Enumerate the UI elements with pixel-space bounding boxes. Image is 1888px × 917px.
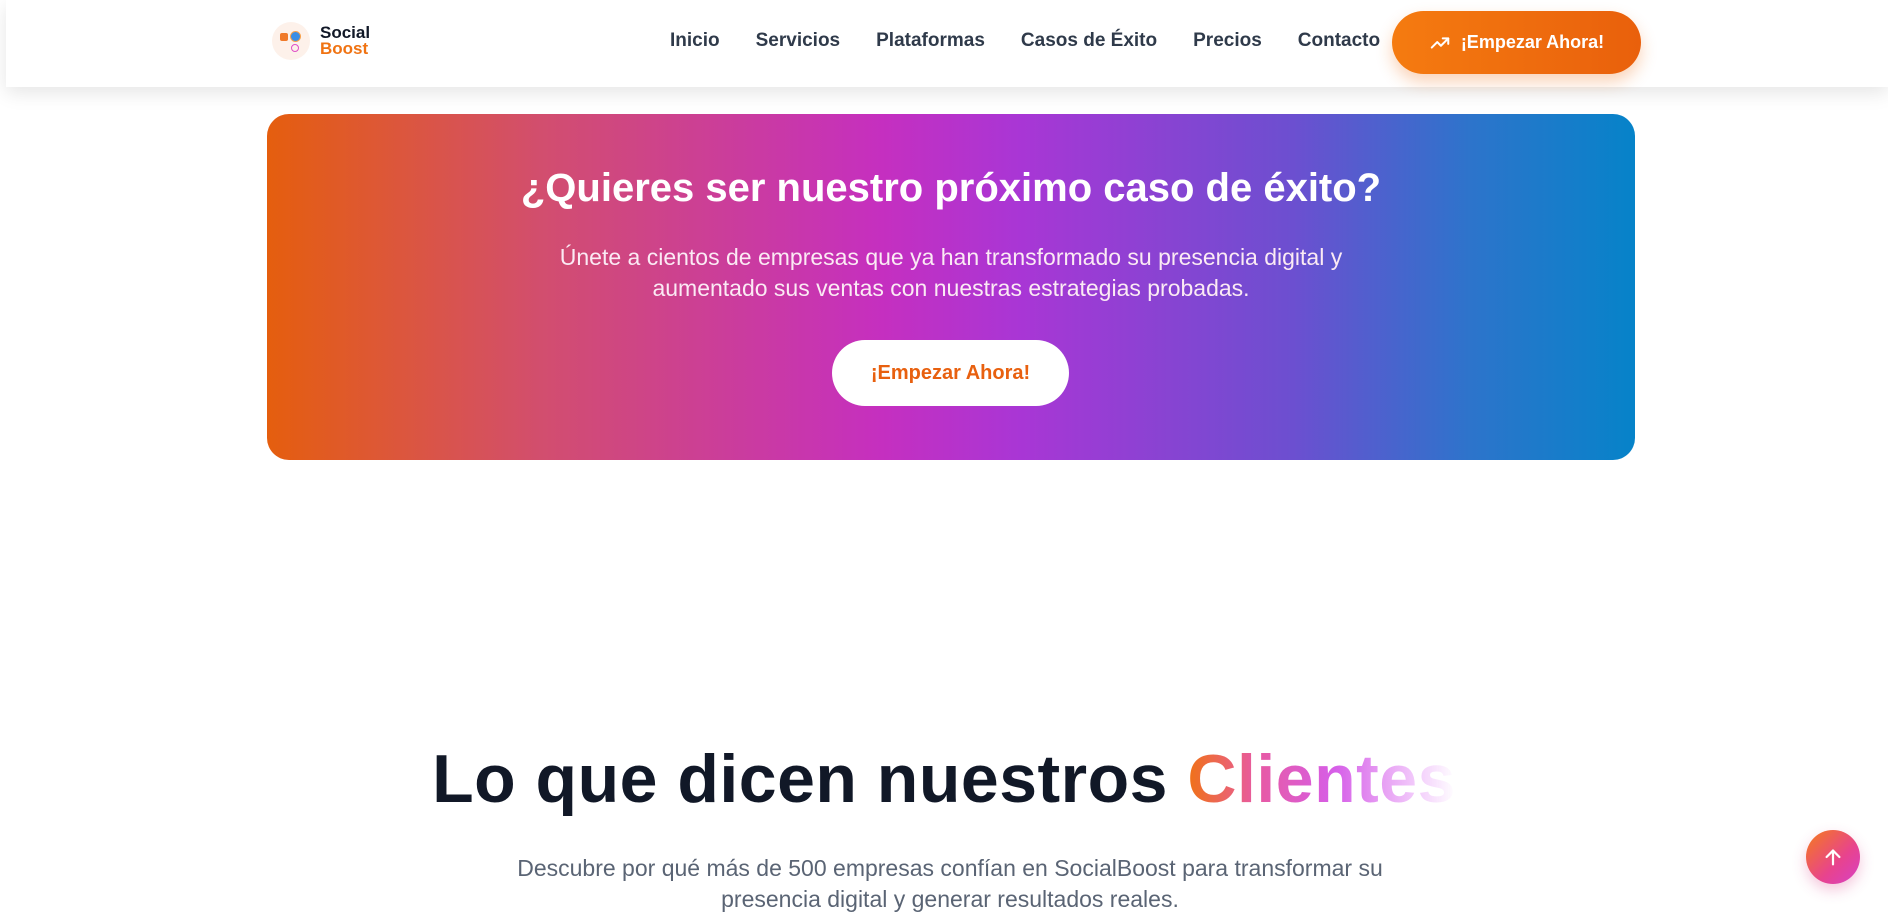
nav-item-servicios[interactable]: Servicios <box>756 30 841 52</box>
site-header: Social Boost Inicio Servicios Plataforma… <box>6 0 1888 87</box>
testimonials-title-highlight: Clientes <box>1187 741 1456 817</box>
testimonials-title: Lo que dicen nuestros Clientes <box>0 740 1888 818</box>
logo-line2: Boost <box>320 39 369 58</box>
header-cta-label: ¡Empezar Ahora! <box>1460 32 1605 52</box>
trending-up-icon <box>1430 36 1450 49</box>
nav-item-precios[interactable]: Precios <box>1193 30 1262 52</box>
banner-text: Únete a cientos de empresas que ya han t… <box>559 244 1343 301</box>
nav-item-plataformas[interactable]: Plataformas <box>876 30 985 52</box>
nav-item-contacto[interactable]: Contacto <box>1298 30 1380 52</box>
cta-banner: ¿Quieres ser nuestro próximo caso de éxi… <box>267 114 1635 460</box>
main-nav: Inicio Servicios Plataformas Casos de Éx… <box>670 30 1416 52</box>
nav-item-casos-de-exito[interactable]: Casos de Éxito <box>1021 30 1157 52</box>
arrow-up-icon <box>1825 849 1841 866</box>
banner-title: ¿Quieres ser nuestro próximo caso de éxi… <box>520 166 1382 210</box>
page: Social Boost Inicio Servicios Plataforma… <box>0 0 1888 917</box>
header-cta-button[interactable]: ¡Empezar Ahora! <box>1392 11 1641 74</box>
logo[interactable]: Social Boost <box>272 22 370 60</box>
banner-cta-button[interactable]: ¡Empezar Ahora! <box>832 340 1069 406</box>
nav-item-inicio[interactable]: Inicio <box>670 30 720 52</box>
logo-text: Social Boost <box>320 24 370 58</box>
scroll-to-top-button[interactable] <box>1806 830 1860 884</box>
logo-icon <box>272 22 310 60</box>
testimonials-subtitle: Descubre por qué más de 500 empresas con… <box>517 855 1383 912</box>
testimonials-title-main: Lo que dicen nuestros <box>432 741 1188 817</box>
